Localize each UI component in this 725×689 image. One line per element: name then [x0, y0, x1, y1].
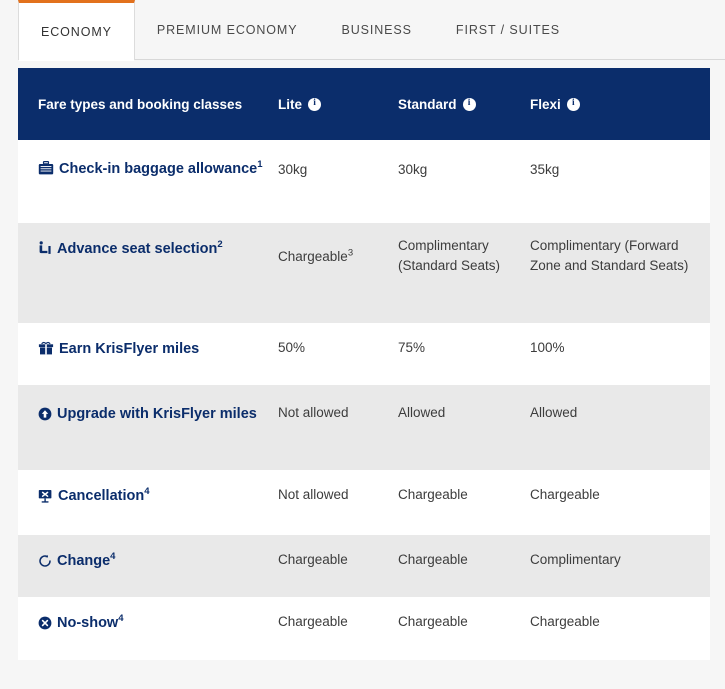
row-label-upgrade-with-krisflyer-miles: Upgrade with KrisFlyer miles	[18, 385, 278, 429]
cell-flexi: Chargeable	[530, 470, 710, 505]
cell-lite-value: Chargeable	[278, 614, 348, 629]
cell-flexi: 35kg	[530, 140, 710, 180]
cell-lite: Chargeable	[278, 597, 398, 632]
row-label-text: Earn KrisFlyer miles	[59, 341, 200, 357]
cell-standard: Chargeable	[398, 535, 530, 570]
cell-lite-value: 50%	[278, 340, 306, 355]
cell-lite: Not allowed	[278, 385, 398, 423]
column-header-lite-label: Lite	[278, 96, 303, 112]
row-label-text: No-show	[57, 615, 119, 631]
table-row: Advance seat selection2 Chargeable3 Comp…	[18, 223, 710, 323]
row-footnote: 4	[118, 613, 124, 625]
table-row: Change4 Chargeable Chargeable Compliment…	[18, 535, 710, 597]
tab-economy-label: ECONOMY	[41, 24, 112, 39]
row-footnote: 2	[217, 239, 223, 251]
column-header-standard: Standard i	[398, 97, 530, 112]
cell-flexi-value: Allowed	[530, 405, 578, 420]
tab-first-suites[interactable]: FIRST / SUITES	[434, 0, 582, 60]
cell-flexi: Complimentary (Forward Zone and Standard…	[530, 223, 710, 276]
cell-standard-value: Allowed	[398, 405, 446, 420]
column-header-fare-types-label: Fare types and booking classes	[38, 96, 243, 112]
row-label-earn-krisflyer-miles: Earn KrisFlyer miles	[18, 323, 278, 364]
suitcase-icon	[38, 161, 54, 184]
cell-lite: Not allowed	[278, 470, 398, 505]
tab-economy[interactable]: ECONOMY	[18, 0, 135, 61]
column-header-flexi: Flexi i	[530, 97, 710, 112]
table-row: No-show4 Chargeable Chargeable Chargeabl…	[18, 597, 710, 660]
cell-flexi-value: 100%	[530, 340, 565, 355]
row-label-text: Upgrade with KrisFlyer miles	[57, 406, 257, 422]
tab-first-suites-label: FIRST / SUITES	[455, 23, 560, 37]
cell-standard-value: 30kg	[398, 162, 428, 177]
table-row: Check-in baggage allowance1 30kg 30kg 35…	[18, 140, 710, 223]
gift-icon	[38, 341, 54, 364]
cell-flexi: Complimentary	[530, 535, 710, 570]
cell-lite-footnote: 3	[347, 247, 354, 259]
cell-lite-value: Not allowed	[278, 487, 349, 502]
cell-standard: 75%	[398, 323, 530, 358]
cell-standard-value: Chargeable	[398, 552, 468, 567]
cell-flexi-value: Complimentary	[530, 552, 621, 567]
column-header-standard-label: Standard	[398, 96, 457, 112]
cell-lite-value: Chargeable	[278, 249, 348, 264]
fare-comparison-table: Fare types and booking classes Lite i St…	[18, 68, 710, 660]
tab-premium-economy[interactable]: PREMIUM ECONOMY	[135, 0, 320, 60]
tab-business[interactable]: BUSINESS	[319, 0, 433, 60]
cell-flexi-value: Complimentary (Forward Zone and Standard…	[530, 238, 689, 273]
row-label-text: Check-in baggage allowance	[59, 161, 258, 177]
info-icon-lite[interactable]: i	[308, 97, 322, 111]
column-header-flexi-label: Flexi	[530, 96, 561, 112]
refresh-circle-icon	[38, 553, 52, 576]
cell-flexi: 100%	[530, 323, 710, 358]
ticket-cancel-icon	[38, 488, 53, 511]
cell-flexi-value: Chargeable	[530, 487, 600, 502]
table-header-row: Fare types and booking classes Lite i St…	[18, 68, 710, 140]
cell-lite: 50%	[278, 323, 398, 358]
cell-lite-value: Not allowed	[278, 405, 349, 420]
row-label-text: Advance seat selection	[57, 241, 218, 257]
cell-standard-value: Chargeable	[398, 487, 468, 502]
cell-flexi-value: 35kg	[530, 162, 560, 177]
cell-standard-value: 75%	[398, 340, 426, 355]
cell-standard: 30kg	[398, 140, 530, 180]
cell-lite-value: 30kg	[278, 162, 308, 177]
cell-standard: Complimentary (Standard Seats)	[398, 223, 530, 276]
fare-class-tabs: ECONOMY PREMIUM ECONOMY BUSINESS FIRST /…	[0, 0, 725, 61]
row-label-text: Cancellation	[58, 488, 145, 504]
row-label-text: Change	[57, 553, 111, 569]
seat-icon	[38, 241, 52, 264]
cell-standard: Chargeable	[398, 597, 530, 632]
cell-lite: 30kg	[278, 140, 398, 180]
row-label-no-show: No-show4	[18, 597, 278, 638]
cell-standard-value: Chargeable	[398, 614, 468, 629]
close-circle-icon	[38, 615, 52, 638]
tab-premium-economy-label: PREMIUM ECONOMY	[156, 23, 298, 37]
table-row: Earn KrisFlyer miles 50% 75% 100%	[18, 323, 710, 385]
tab-business-label: BUSINESS	[341, 23, 412, 37]
cell-standard: Chargeable	[398, 470, 530, 505]
info-icon-standard[interactable]: i	[462, 97, 476, 111]
cell-flexi: Chargeable	[530, 597, 710, 632]
row-footnote: 4	[110, 551, 116, 563]
cell-standard: Allowed	[398, 385, 530, 423]
column-header-lite: Lite i	[278, 97, 398, 112]
row-label-check-in-baggage: Check-in baggage allowance1	[18, 140, 278, 184]
table-row: Cancellation4 Not allowed Chargeable Cha…	[18, 470, 710, 535]
row-label-cancellation: Cancellation4	[18, 470, 278, 511]
row-label-change: Change4	[18, 535, 278, 576]
upgrade-arrow-icon	[38, 406, 52, 429]
cell-lite: Chargeable	[278, 535, 398, 570]
cell-standard-value: Complimentary (Standard Seats)	[398, 238, 501, 273]
cell-flexi: Allowed	[530, 385, 710, 423]
info-icon-flexi[interactable]: i	[566, 97, 580, 111]
row-footnote: 1	[257, 159, 263, 171]
cell-flexi-value: Chargeable	[530, 614, 600, 629]
table-row: Upgrade with KrisFlyer miles Not allowed…	[18, 385, 710, 470]
column-header-fare-types: Fare types and booking classes	[18, 97, 278, 112]
row-label-advance-seat-selection: Advance seat selection2	[18, 223, 278, 264]
cell-lite: Chargeable3	[278, 223, 398, 267]
row-footnote: 4	[144, 486, 150, 498]
cell-lite-value: Chargeable	[278, 552, 348, 567]
